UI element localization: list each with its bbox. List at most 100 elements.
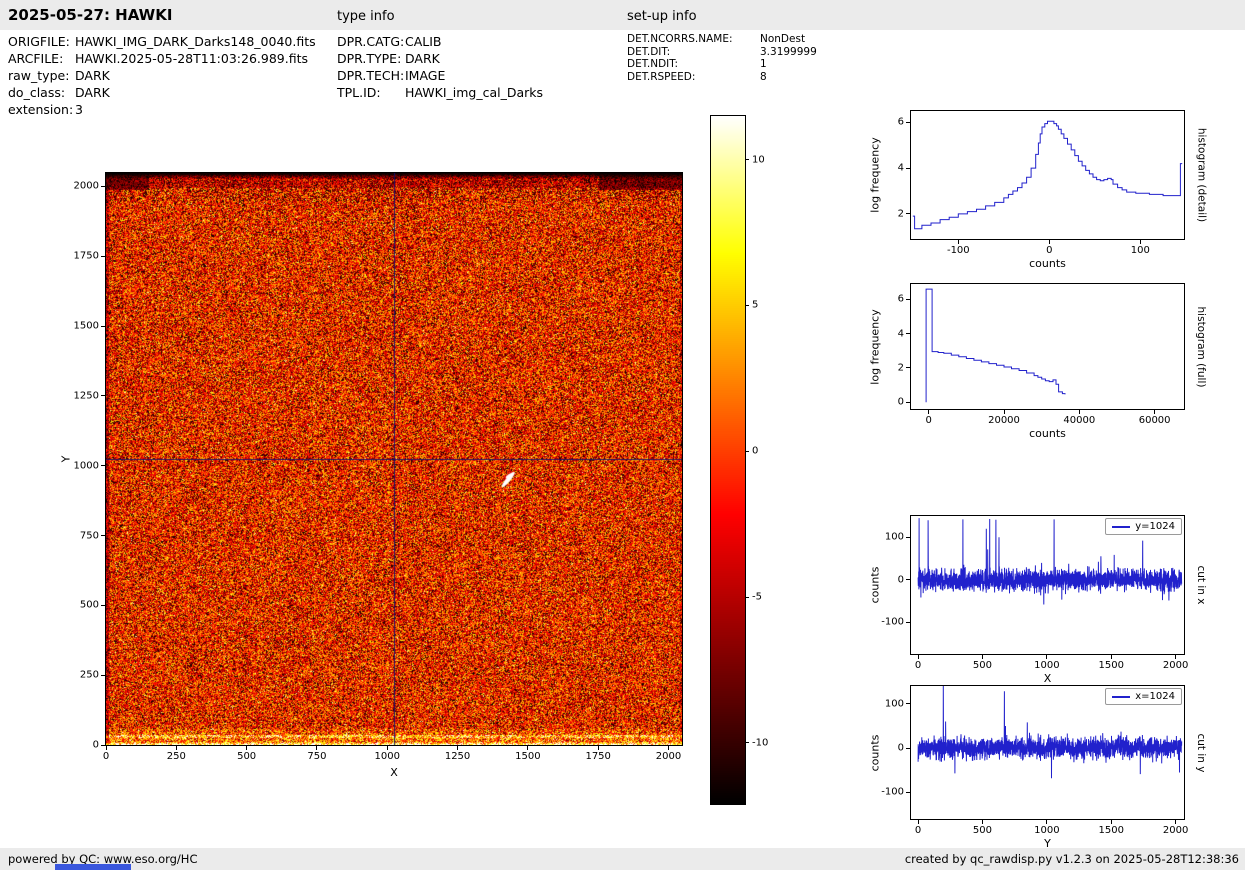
colorbar-tick xyxy=(745,596,749,598)
y-axis-tick xyxy=(906,579,910,581)
meta-value: CALIB xyxy=(405,34,442,49)
meta-value: HAWKI_img_cal_Darks xyxy=(405,85,544,100)
footer-bar: powered by QC: www.eso.org/HC created by… xyxy=(0,848,1245,870)
histogram-full-right-label: histogram (full) xyxy=(1195,306,1207,387)
x-tick-label: 1250 xyxy=(444,751,471,762)
x-axis-tick xyxy=(1154,410,1156,414)
x-tick-label: 0 xyxy=(1046,245,1053,256)
y-tick-label: 0 xyxy=(897,396,904,408)
meta-value: 8 xyxy=(760,70,767,83)
legend-line-sample xyxy=(1112,695,1131,698)
histogram-full-ylabel: log frequency xyxy=(868,308,882,385)
y-tick-label: 6 xyxy=(897,116,904,128)
meta-value: NonDest xyxy=(760,33,806,45)
meta-value: 3 xyxy=(75,102,83,117)
x-tick-label: 500 xyxy=(237,751,257,762)
x-axis-tick xyxy=(175,746,177,750)
y-axis-tick xyxy=(101,744,105,746)
x-axis-tick xyxy=(457,746,459,750)
x-axis-tick xyxy=(1048,240,1050,244)
y-axis-tick xyxy=(101,395,105,397)
colorbar-tick xyxy=(745,159,749,161)
y-axis-tick xyxy=(906,401,910,403)
y-tick-label: 2 xyxy=(897,208,904,220)
metadata-setup-info: DET.NCORRS.NAME: NonDest DET.DIT: 3.3199… xyxy=(627,33,817,83)
x-axis-tick xyxy=(1046,820,1048,824)
x-axis-tick xyxy=(1078,410,1080,414)
footer-accent xyxy=(55,864,131,870)
main-image-ylabel: Y xyxy=(59,455,73,463)
dark-frame-image-plot: 0 250 500 750 1000 1250 1500 1750 2000 0 250 500 750… xyxy=(60,172,683,779)
metadata-type-info: DPR.CATG: CALIB DPR.TYPE: DARK DPR.TECH:… xyxy=(337,33,543,101)
x-tick-label: 1000 xyxy=(1034,660,1060,671)
meta-row-dit: DET.DIT: 3.3199999 xyxy=(627,46,817,59)
x-tick-label: 2000 xyxy=(655,751,682,762)
meta-row-raw-type: raw_type: DARK xyxy=(8,67,316,84)
x-axis-tick xyxy=(957,240,959,244)
y-tick-label: 100 xyxy=(884,531,904,543)
x-axis-tick xyxy=(527,746,529,750)
meta-row-dpr-tech: DPR.TECH: IMAGE xyxy=(337,67,543,84)
y-tick-label: 2 xyxy=(897,362,904,374)
x-tick-label: 0 xyxy=(102,751,110,762)
y-axis-tick xyxy=(101,325,105,327)
x-tick-label: 1500 xyxy=(1098,660,1124,671)
x-tick-label: 250 xyxy=(166,751,186,762)
cut-in-x-plot: 0 500 1000 1500 2000 -100 0 100 Xcounts cut in x y… xyxy=(869,515,1207,685)
histogram-detail-xlabel: counts xyxy=(1029,257,1066,270)
histogram-full-xlabel: counts xyxy=(1029,427,1066,440)
meta-value: 3.3199999 xyxy=(760,45,817,58)
meta-label: ORIGFILE: xyxy=(8,34,70,49)
meta-label: DET.DIT: xyxy=(627,45,671,58)
legend-line-sample xyxy=(1112,525,1131,528)
meta-row-origfile: ORIGFILE: HAWKI_IMG_DARK_Darks148_0040.f… xyxy=(8,33,316,50)
y-tick-label: 1250 xyxy=(73,390,99,402)
y-axis-tick xyxy=(101,604,105,606)
x-axis-tick xyxy=(917,655,919,659)
x-tick-label: 1500 xyxy=(1098,825,1124,836)
section-heading-setup-info: set-up info xyxy=(627,9,697,24)
y-tick-label: 0 xyxy=(897,742,904,754)
x-tick-label: 0 xyxy=(925,415,932,426)
meta-row-do-class: do_class: DARK xyxy=(8,84,316,101)
cut-x-ylabel: counts xyxy=(868,566,882,604)
y-tick-label: 6 xyxy=(897,293,904,305)
x-axis-tick xyxy=(246,746,248,750)
cut-y-ylabel: counts xyxy=(868,734,882,771)
cut-x-xlabel: X xyxy=(1043,672,1052,685)
y-axis-tick xyxy=(906,298,910,300)
histogram-detail-line xyxy=(912,120,1183,230)
y-tick-label: -100 xyxy=(881,616,904,628)
meta-value: DARK xyxy=(75,68,110,83)
y-axis-tick xyxy=(906,213,910,215)
colorbar-tick-label: -10 xyxy=(752,737,769,749)
x-axis-tick xyxy=(917,820,919,824)
meta-label: DET.NCORRS.NAME: xyxy=(627,33,733,45)
cut-y-line xyxy=(917,686,1183,779)
cut-y-legend: x=1024 xyxy=(1105,688,1182,705)
meta-label: raw_type: xyxy=(8,68,70,83)
colorbar-tick-label: 5 xyxy=(752,299,759,311)
meta-row-dpr-catg: DPR.CATG: CALIB xyxy=(337,33,543,50)
x-axis-tick xyxy=(928,410,930,414)
meta-row-rspeed: DET.RSPEED: 8 xyxy=(627,71,817,84)
y-axis-tick xyxy=(101,185,105,187)
meta-row-extension: extension: 3 xyxy=(8,101,316,118)
meta-label: DET.NDIT: xyxy=(627,58,679,70)
meta-value: DARK xyxy=(75,85,110,100)
colorbar-tick xyxy=(745,742,749,744)
header-bar: 2025-05-27: HAWKI type info set-up info xyxy=(0,0,1245,30)
x-axis-tick xyxy=(1139,240,1141,244)
colorbar-tick-label: -5 xyxy=(752,591,762,603)
x-axis-tick xyxy=(1175,655,1177,659)
y-tick-label: 4 xyxy=(897,162,904,174)
cut-in-y-plot: 0 500 1000 1500 2000 -100 0 100 Ycounts cut in yx… xyxy=(869,685,1207,850)
y-axis-tick xyxy=(906,536,910,538)
section-heading-type-info: type info xyxy=(337,9,395,24)
y-tick-label: 100 xyxy=(884,698,904,710)
x-tick-label: 750 xyxy=(307,751,327,762)
meta-label: ARCFILE: xyxy=(8,51,64,66)
x-axis-tick xyxy=(1110,655,1112,659)
x-axis-tick xyxy=(981,655,983,659)
meta-label: extension: xyxy=(8,102,74,117)
